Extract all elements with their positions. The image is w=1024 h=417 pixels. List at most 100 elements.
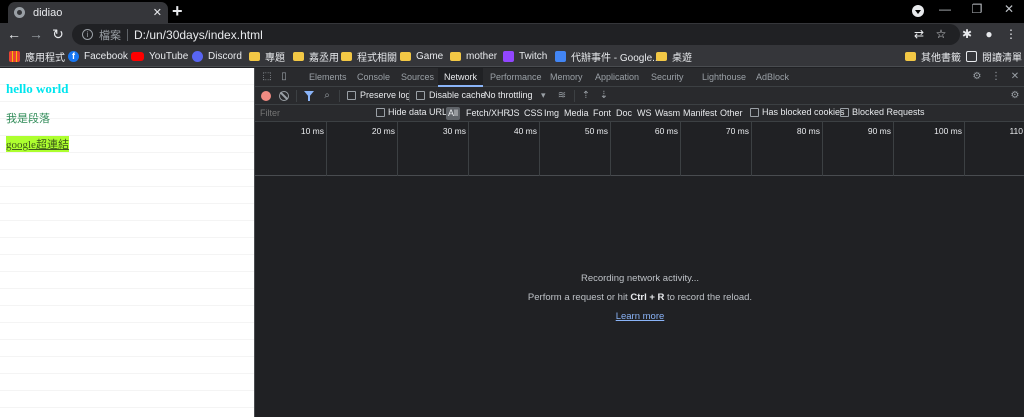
- minimize-icon[interactable]: —: [930, 2, 960, 20]
- blocked-requests-checkbox[interactable]: [840, 108, 849, 117]
- timeline-gridline: [326, 122, 327, 176]
- timeline-gridline: [964, 122, 965, 176]
- bookmark-folder-2[interactable]: 嘉丞用: [293, 49, 339, 64]
- bookmark-folder-4[interactable]: Game: [400, 49, 443, 64]
- bookmark-label: Discord: [208, 51, 242, 62]
- back-icon[interactable]: ←: [6, 26, 22, 42]
- extensions-icon[interactable]: ✱: [960, 27, 974, 41]
- throttling-select[interactable]: No throttling: [484, 90, 533, 100]
- type-other[interactable]: Other: [720, 107, 743, 120]
- network-settings-icon[interactable]: ⚙: [1009, 90, 1021, 102]
- timeline-gridline: [822, 122, 823, 176]
- tab-application[interactable]: Application: [595, 68, 639, 87]
- timeline-tick-label: 20 ms: [371, 126, 395, 136]
- bookmark-folder-5[interactable]: mother: [450, 49, 497, 64]
- type-fetch-xhr[interactable]: Fetch/XHR: [466, 107, 510, 120]
- tab-security[interactable]: Security: [651, 68, 684, 87]
- type-manifest[interactable]: Manifest: [683, 107, 717, 120]
- tab-search-icon[interactable]: [912, 5, 924, 17]
- bookmark-folder-3[interactable]: 程式相關: [341, 49, 397, 64]
- filter-icon[interactable]: [304, 91, 314, 101]
- folder-icon: [249, 52, 260, 61]
- translate-icon[interactable]: ⇄: [912, 27, 926, 41]
- network-toolbar: ⌕ Preserve log Disable cache No throttli…: [255, 87, 1024, 105]
- disable-cache-checkbox[interactable]: [416, 91, 425, 100]
- export-har-icon[interactable]: ⇣: [598, 90, 610, 102]
- bookmark-other[interactable]: 其他書籤: [905, 49, 961, 64]
- devtools-tabs: ⬚ ▯ Elements Console Sources Network Per…: [255, 68, 1024, 87]
- close-window-icon[interactable]: ✕: [994, 2, 1024, 20]
- bookmark-label: Twitch: [519, 51, 548, 62]
- learn-more-link[interactable]: Learn more: [616, 311, 665, 322]
- tab-lighthouse[interactable]: Lighthouse: [702, 68, 746, 87]
- type-js[interactable]: JS: [509, 107, 520, 120]
- preserve-log-checkbox[interactable]: [347, 91, 356, 100]
- record-icon[interactable]: [261, 91, 271, 101]
- clear-icon[interactable]: [279, 91, 289, 101]
- disable-cache-label: Disable cache: [429, 90, 486, 100]
- globe-icon: [14, 7, 25, 18]
- bookmark-star-icon[interactable]: ☆: [934, 27, 948, 41]
- bookmark-folder-1[interactable]: 專題: [249, 49, 285, 64]
- reading-list[interactable]: 閱讀清單: [966, 49, 1022, 64]
- divider: [409, 90, 410, 102]
- type-font[interactable]: Font: [593, 107, 611, 120]
- learn-more-container: Learn more: [255, 311, 1024, 322]
- type-doc[interactable]: Doc: [616, 107, 632, 120]
- info-icon[interactable]: i: [82, 29, 93, 40]
- folder-icon: [293, 52, 304, 61]
- inspect-element-icon[interactable]: ⬚: [261, 71, 273, 83]
- preserve-log-label: Preserve log: [360, 90, 411, 100]
- more-options-icon[interactable]: ⋮: [990, 71, 1002, 83]
- type-media[interactable]: Media: [564, 107, 589, 120]
- bookmark-label: 其他書籤: [921, 53, 961, 64]
- reload-icon[interactable]: ↻: [50, 26, 66, 43]
- type-ws[interactable]: WS: [637, 107, 652, 120]
- type-wasm[interactable]: Wasm: [655, 107, 680, 120]
- tab-console[interactable]: Console: [357, 68, 390, 87]
- search-icon[interactable]: ⌕: [321, 90, 333, 102]
- bookmark-youtube[interactable]: YouTube: [131, 49, 188, 64]
- settings-gear-icon[interactable]: ⚙: [971, 71, 983, 83]
- bookmark-folder-6[interactable]: 桌遊: [656, 49, 692, 64]
- tab-performance[interactable]: Performance: [490, 68, 542, 87]
- bookmark-google-docs[interactable]: 代辦事件 - Google...: [555, 49, 660, 64]
- url-text[interactable]: D:/un/30days/index.html: [134, 28, 263, 42]
- timeline-tick-label: 60 ms: [654, 126, 678, 136]
- bookmark-discord[interactable]: Discord: [192, 49, 242, 64]
- type-img[interactable]: Img: [544, 107, 559, 120]
- tab-elements[interactable]: Elements: [309, 68, 347, 87]
- browser-tab[interactable]: didiao ✕: [8, 2, 168, 23]
- blocked-cookies-checkbox[interactable]: [750, 108, 759, 117]
- forward-icon[interactable]: →: [28, 26, 44, 42]
- bookmark-facebook[interactable]: f Facebook: [68, 49, 128, 64]
- page-paragraph: 我是段落: [6, 113, 50, 125]
- menu-icon[interactable]: ⋮: [1004, 27, 1018, 41]
- address-bar[interactable]: i 檔案 D:/un/30days/index.html: [72, 24, 960, 45]
- tab-sources[interactable]: Sources: [401, 68, 434, 87]
- network-overview-timeline[interactable]: 10 ms 20 ms 30 ms 40 ms 50 ms 60 ms 70 ms 80 ms…: [255, 122, 1024, 176]
- type-all[interactable]: All: [446, 107, 461, 120]
- restore-icon[interactable]: ❐: [962, 2, 992, 20]
- filter-input[interactable]: [257, 107, 367, 120]
- network-conditions-icon[interactable]: ≋: [556, 90, 568, 102]
- profile-icon[interactable]: ●: [982, 27, 996, 41]
- bookmark-apps[interactable]: 應用程式: [9, 49, 65, 64]
- new-tab-button[interactable]: +: [172, 1, 183, 22]
- tab-adblock[interactable]: AdBlock: [756, 68, 789, 87]
- hide-data-urls-label: Hide data URLs: [388, 107, 452, 117]
- tab-network[interactable]: Network: [438, 68, 484, 87]
- device-toolbar-icon[interactable]: ▯: [278, 71, 290, 83]
- timeline-tick-label: 90 ms: [867, 126, 891, 136]
- reading-list-icon: [966, 51, 977, 62]
- close-tab-icon[interactable]: ✕: [153, 6, 162, 19]
- tab-memory[interactable]: Memory: [550, 68, 583, 87]
- chevron-down-icon[interactable]: ▾: [541, 90, 546, 101]
- hide-data-urls-checkbox[interactable]: [376, 108, 385, 117]
- type-css[interactable]: CSS: [524, 107, 543, 120]
- close-devtools-icon[interactable]: ✕: [1009, 71, 1021, 83]
- timeline-gridline: [893, 122, 894, 176]
- google-link[interactable]: google超連結: [6, 136, 69, 152]
- import-har-icon[interactable]: ⇡: [580, 90, 592, 102]
- bookmark-twitch[interactable]: Twitch: [503, 49, 547, 64]
